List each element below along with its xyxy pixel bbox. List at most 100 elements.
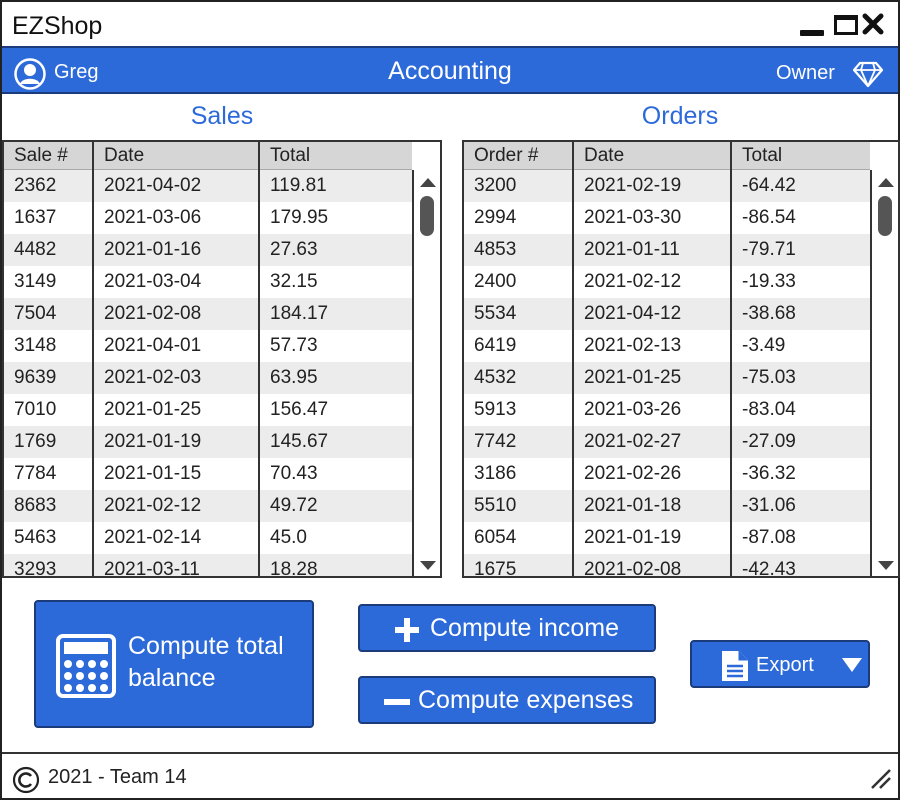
table-cell: 3200 xyxy=(474,175,517,196)
sales-column-header[interactable]: Date xyxy=(94,142,260,170)
table-cell: 45.0 xyxy=(270,527,307,548)
table-cell: 2021-02-12 xyxy=(584,271,682,292)
table-cell: 1769 xyxy=(14,431,57,452)
plus-icon xyxy=(395,618,419,642)
close-icon[interactable] xyxy=(862,12,884,36)
table-cell: -86.54 xyxy=(742,207,796,228)
scroll-thumb[interactable] xyxy=(878,196,892,236)
orders-scrollbar[interactable] xyxy=(870,170,898,576)
table-cell: 3148 xyxy=(14,335,57,356)
table-row[interactable]: 5510 2021-01-18 -31.06 xyxy=(464,490,870,522)
table-row[interactable]: 6054 2021-01-19 -87.08 xyxy=(464,522,870,554)
table-row[interactable]: 7742 2021-02-27 -27.09 xyxy=(464,426,870,458)
table-row[interactable]: 2400 2021-02-12 -19.33 xyxy=(464,266,870,298)
sales-table[interactable]: Sale # Date Total 2362 2021-04-02 119.81 1637 2… xyxy=(2,140,442,578)
compute-income-button[interactable]: Compute income xyxy=(358,604,656,652)
table-cell: 2400 xyxy=(474,271,517,292)
page-title: Accounting xyxy=(388,57,512,85)
table-row[interactable]: 5913 2021-03-26 -83.04 xyxy=(464,394,870,426)
orders-header-row: Order # Date Total xyxy=(464,142,870,170)
scroll-down-icon[interactable] xyxy=(420,561,436,570)
table-cell: 2021-02-27 xyxy=(584,431,682,452)
table-row[interactable]: 7504 2021-02-08 184.17 xyxy=(4,298,412,330)
table-cell: 2021-01-19 xyxy=(104,431,202,452)
table-cell: 1637 xyxy=(14,207,57,228)
table-row[interactable]: 3293 2021-03-11 18.28 xyxy=(4,554,412,578)
table-cell: 4853 xyxy=(474,239,517,260)
table-cell: 49.72 xyxy=(270,495,318,516)
table-cell: 3293 xyxy=(14,559,57,578)
table-cell: 3149 xyxy=(14,271,57,292)
table-row[interactable]: 1769 2021-01-19 145.67 xyxy=(4,426,412,458)
table-row[interactable]: 3200 2021-02-19 -64.42 xyxy=(464,170,870,202)
table-row[interactable]: 7010 2021-01-25 156.47 xyxy=(4,394,412,426)
table-cell: 6419 xyxy=(474,335,517,356)
column-divider xyxy=(258,142,260,576)
table-cell: 70.43 xyxy=(270,463,318,484)
minimize-icon[interactable] xyxy=(800,30,824,36)
table-cell: 5534 xyxy=(474,303,517,324)
app-window: EZShop Greg Accounting Owner Sales Order… xyxy=(0,0,900,800)
table-cell: -19.33 xyxy=(742,271,796,292)
table-cell: 2021-02-08 xyxy=(584,559,682,578)
compute-expenses-button[interactable]: Compute expenses xyxy=(358,676,656,724)
table-row[interactable]: 4482 2021-01-16 27.63 xyxy=(4,234,412,266)
sales-title: Sales xyxy=(190,102,254,130)
table-cell: 2021-04-01 xyxy=(104,335,202,356)
header-bar: Greg Accounting Owner xyxy=(2,46,898,94)
table-cell: -75.03 xyxy=(742,367,796,388)
table-cell: 7010 xyxy=(14,399,57,420)
orders-table[interactable]: Order # Date Total 3200 2021-02-19 -64.42 2994… xyxy=(462,140,900,578)
compute-income-label: Compute income xyxy=(430,614,619,642)
table-cell: 2021-03-30 xyxy=(584,207,682,228)
sales-scrollbar[interactable] xyxy=(412,170,440,576)
table-cell: 2021-01-18 xyxy=(584,495,682,516)
table-cell: 2021-01-16 xyxy=(104,239,202,260)
copyright-icon xyxy=(12,766,40,794)
scroll-thumb[interactable] xyxy=(420,196,434,236)
table-row[interactable]: 5463 2021-02-14 45.0 xyxy=(4,522,412,554)
scroll-down-icon[interactable] xyxy=(878,561,894,570)
table-row[interactable]: 9639 2021-02-03 63.95 xyxy=(4,362,412,394)
table-row[interactable]: 6419 2021-02-13 -3.49 xyxy=(464,330,870,362)
table-cell: 2021-02-14 xyxy=(104,527,202,548)
table-cell: 2021-02-13 xyxy=(584,335,682,356)
table-row[interactable]: 2362 2021-04-02 119.81 xyxy=(4,170,412,202)
table-row[interactable]: 8683 2021-02-12 49.72 xyxy=(4,490,412,522)
export-button[interactable]: Export xyxy=(690,640,870,688)
scroll-up-icon[interactable] xyxy=(420,178,436,187)
table-cell: 2362 xyxy=(14,175,57,196)
table-row[interactable]: 5534 2021-04-12 -38.68 xyxy=(464,298,870,330)
table-row[interactable]: 4532 2021-01-25 -75.03 xyxy=(464,362,870,394)
table-cell: -79.71 xyxy=(742,239,796,260)
sales-column-header[interactable]: Total xyxy=(260,142,412,170)
table-cell: 119.81 xyxy=(270,175,327,196)
table-row[interactable]: 4853 2021-01-11 -79.71 xyxy=(464,234,870,266)
table-cell: 63.95 xyxy=(270,367,318,388)
compute-total-balance-button[interactable]: Compute total balance xyxy=(34,600,314,728)
table-cell: 4532 xyxy=(474,367,517,388)
table-cell: 2021-01-19 xyxy=(584,527,682,548)
maximize-icon[interactable] xyxy=(834,15,858,35)
table-row[interactable]: 7784 2021-01-15 70.43 xyxy=(4,458,412,490)
table-cell: 2021-03-04 xyxy=(104,271,202,292)
orders-title: Orders xyxy=(641,102,719,130)
chevron-down-icon[interactable] xyxy=(842,658,862,672)
table-row[interactable]: 3149 2021-03-04 32.15 xyxy=(4,266,412,298)
resize-icon[interactable] xyxy=(870,768,892,790)
table-cell: -38.68 xyxy=(742,303,796,324)
scroll-up-icon[interactable] xyxy=(878,178,894,187)
orders-column-header[interactable]: Date xyxy=(574,142,732,170)
table-cell: 2021-02-03 xyxy=(104,367,202,388)
orders-column-header[interactable]: Order # xyxy=(464,142,574,170)
table-row[interactable]: 2994 2021-03-30 -86.54 xyxy=(464,202,870,234)
table-row[interactable]: 1637 2021-03-06 179.95 xyxy=(4,202,412,234)
sales-column-header[interactable]: Sale # xyxy=(4,142,94,170)
table-row[interactable]: 1675 2021-02-08 -42.43 xyxy=(464,554,870,578)
title-bar: EZShop xyxy=(2,2,898,46)
table-row[interactable]: 3186 2021-02-26 -36.32 xyxy=(464,458,870,490)
table-cell: 2021-04-02 xyxy=(104,175,202,196)
compute-expenses-label: Compute expenses xyxy=(418,686,634,714)
table-row[interactable]: 3148 2021-04-01 57.73 xyxy=(4,330,412,362)
orders-column-header[interactable]: Total xyxy=(732,142,870,170)
